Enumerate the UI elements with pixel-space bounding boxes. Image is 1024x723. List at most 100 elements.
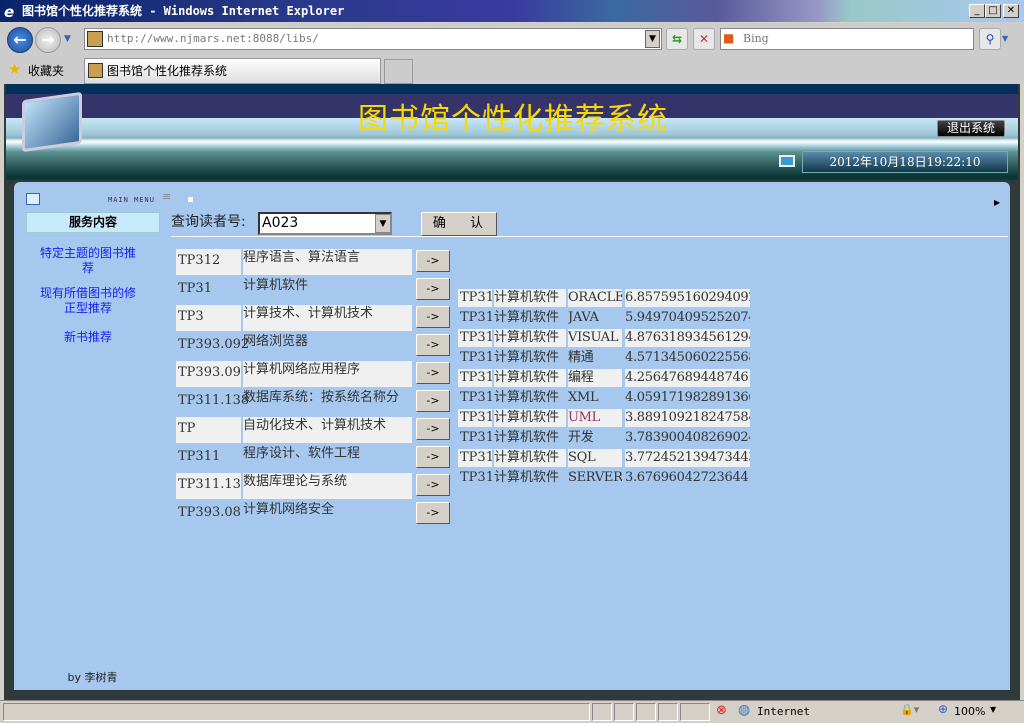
reader-id-label: 查询读者号: bbox=[171, 214, 246, 230]
status-text bbox=[3, 703, 590, 721]
keyword-code: TP31 bbox=[460, 390, 492, 405]
favorites-button[interactable]: 收藏夹 bbox=[28, 62, 64, 79]
recent-pages-dropdown-icon[interactable]: ▼ bbox=[64, 34, 71, 44]
category-code: TP393.09 bbox=[176, 361, 241, 387]
expand-arrow-icon[interactable]: ▶ bbox=[994, 198, 1000, 207]
category-go-button[interactable]: -> bbox=[416, 418, 450, 440]
keyword-code: TP31 bbox=[460, 310, 492, 325]
category-name: 自动化技术、计算机技术 bbox=[243, 417, 412, 443]
reader-id-select[interactable]: A023 bbox=[258, 212, 392, 235]
category-name: 数据库系统：按系统名称分 bbox=[243, 390, 400, 405]
keyword-score: 3.889109218247584 bbox=[625, 409, 750, 427]
author-credit: by 李树青 bbox=[14, 670, 171, 690]
menu-lines-icon: ≡ bbox=[162, 190, 172, 203]
keyword: XML bbox=[568, 390, 599, 405]
keyword: VISUAL bbox=[568, 329, 622, 347]
minimize-button[interactable]: _ bbox=[969, 4, 985, 18]
keyword: 精通 bbox=[568, 350, 594, 365]
category-name: 计算技术、计算机技术 bbox=[243, 305, 412, 331]
keyword-class: 计算机软件 bbox=[494, 470, 560, 485]
search-input[interactable]: Bing bbox=[720, 28, 974, 50]
sidebar-item-borrowed-recommend[interactable]: 现有所借图书的修正型推荐 bbox=[18, 286, 158, 316]
protected-mode-icon[interactable]: 🔒▾ bbox=[900, 703, 919, 716]
keyword-class: 计算机软件 bbox=[494, 390, 560, 405]
sidebar-item-topic-recommend[interactable]: 特定主题的图书推荐 bbox=[18, 246, 158, 276]
keyword-score: 6.8575951602940926 bbox=[625, 289, 750, 307]
back-button[interactable]: ← bbox=[7, 27, 33, 53]
refresh-button[interactable]: ⇆ bbox=[666, 28, 688, 50]
address-text: http://www.njmars.net:8088/libs/ bbox=[107, 32, 319, 45]
category-name: 程序设计、软件工程 bbox=[243, 446, 361, 461]
category-name: 程序语言、算法语言 bbox=[243, 249, 412, 275]
chevron-down-icon[interactable]: ▼ bbox=[375, 214, 391, 233]
search-placeholder: Bing bbox=[743, 32, 769, 45]
computer-icon bbox=[779, 155, 795, 167]
popup-blocked-icon[interactable]: ⊗ bbox=[716, 703, 727, 718]
address-bar[interactable]: http://www.njmars.net:8088/libs/ bbox=[84, 28, 662, 50]
windows-logo-icon: ■ bbox=[723, 31, 735, 45]
category-go-button[interactable]: -> bbox=[416, 362, 450, 384]
search-options-icon[interactable]: ▼ bbox=[1002, 28, 1014, 50]
keyword-code: TP31 bbox=[458, 329, 492, 347]
category-code: TP311 bbox=[178, 449, 221, 464]
category-go-button[interactable]: -> bbox=[416, 502, 450, 524]
category-name: 计算机网络安全 bbox=[243, 502, 335, 517]
category-go-button[interactable]: -> bbox=[416, 390, 450, 412]
keyword-code: TP31 bbox=[460, 430, 492, 445]
main-menu-caption: MAIN MENU bbox=[108, 196, 155, 204]
category-go-button[interactable]: -> bbox=[416, 446, 450, 468]
keyword-class: 计算机软件 bbox=[494, 430, 560, 445]
window-title: 图书馆个性化推荐系统 - Windows Internet Explorer bbox=[22, 4, 345, 18]
forward-button[interactable]: → bbox=[35, 27, 61, 53]
maximize-button[interactable]: □ bbox=[985, 4, 1001, 18]
tab-favicon-icon bbox=[88, 63, 103, 78]
close-button[interactable]: ✕ bbox=[1003, 4, 1019, 18]
divider bbox=[171, 236, 1008, 237]
keyword-class: 计算机软件 bbox=[494, 449, 566, 467]
keyword-score: 3.7839004082690244 bbox=[625, 430, 750, 445]
keyword: UML bbox=[568, 409, 622, 427]
category-code: TP311.13 bbox=[176, 473, 241, 499]
address-dropdown-icon[interactable]: ▼ bbox=[645, 30, 660, 48]
keyword: ORACLE bbox=[568, 289, 622, 307]
keyword-class: 计算机软件 bbox=[494, 289, 566, 307]
logout-button[interactable]: 退出系统 bbox=[937, 120, 1005, 137]
keyword-class: 计算机软件 bbox=[494, 350, 560, 365]
keyword-score: 4.5713450602255685 bbox=[625, 350, 750, 365]
category-code: TP31 bbox=[178, 281, 212, 296]
keyword: JAVA bbox=[568, 310, 599, 325]
keyword-code: TP31 bbox=[458, 369, 492, 387]
window-title-bar: 图书馆个性化推荐系统 - Windows Internet Explorer bbox=[0, 0, 1024, 22]
sidebar-heading: 服务内容 bbox=[26, 212, 160, 233]
category-code: TP312 bbox=[176, 249, 241, 275]
sidebar-item-new-books[interactable]: 新书推荐 bbox=[18, 330, 158, 345]
status-segment bbox=[658, 703, 678, 721]
category-code: TP3 bbox=[176, 305, 241, 331]
category-name: 网络浏览器 bbox=[243, 334, 309, 349]
keyword: 开发 bbox=[568, 430, 594, 445]
tab-active[interactable]: 图书馆个性化推荐系统 bbox=[84, 58, 381, 84]
globe-icon: ◍ bbox=[738, 702, 751, 718]
zoom-level[interactable]: 100% bbox=[954, 705, 985, 718]
category-go-button[interactable]: -> bbox=[416, 334, 450, 356]
new-tab-button[interactable] bbox=[384, 59, 413, 84]
favorites-star-icon[interactable]: ★ bbox=[8, 60, 21, 78]
category-code: TP393.092 bbox=[178, 337, 250, 352]
keyword-code: TP31 bbox=[458, 409, 492, 427]
category-go-button[interactable]: -> bbox=[416, 250, 450, 272]
keyword-code: TP31 bbox=[460, 350, 492, 365]
search-button[interactable]: ⚲ bbox=[979, 28, 1001, 50]
keyword-code: TP31 bbox=[460, 470, 492, 485]
stop-button[interactable]: ✕ bbox=[693, 28, 715, 50]
confirm-button[interactable]: 确 认 bbox=[421, 212, 497, 236]
keyword: SERVER bbox=[568, 470, 622, 485]
keyword-score: 4.059171982891366 bbox=[625, 390, 750, 405]
category-go-button[interactable]: -> bbox=[416, 474, 450, 496]
site-favicon-icon bbox=[87, 31, 103, 47]
zoom-dropdown-icon[interactable]: ▼ bbox=[990, 705, 996, 714]
category-go-button[interactable]: -> bbox=[416, 278, 450, 300]
current-datetime: 2012年10月18日19:22:10 bbox=[802, 151, 1008, 173]
category-code: TP311.138 bbox=[178, 393, 250, 408]
monitor-graphic-icon bbox=[22, 91, 82, 153]
category-go-button[interactable]: -> bbox=[416, 306, 450, 328]
